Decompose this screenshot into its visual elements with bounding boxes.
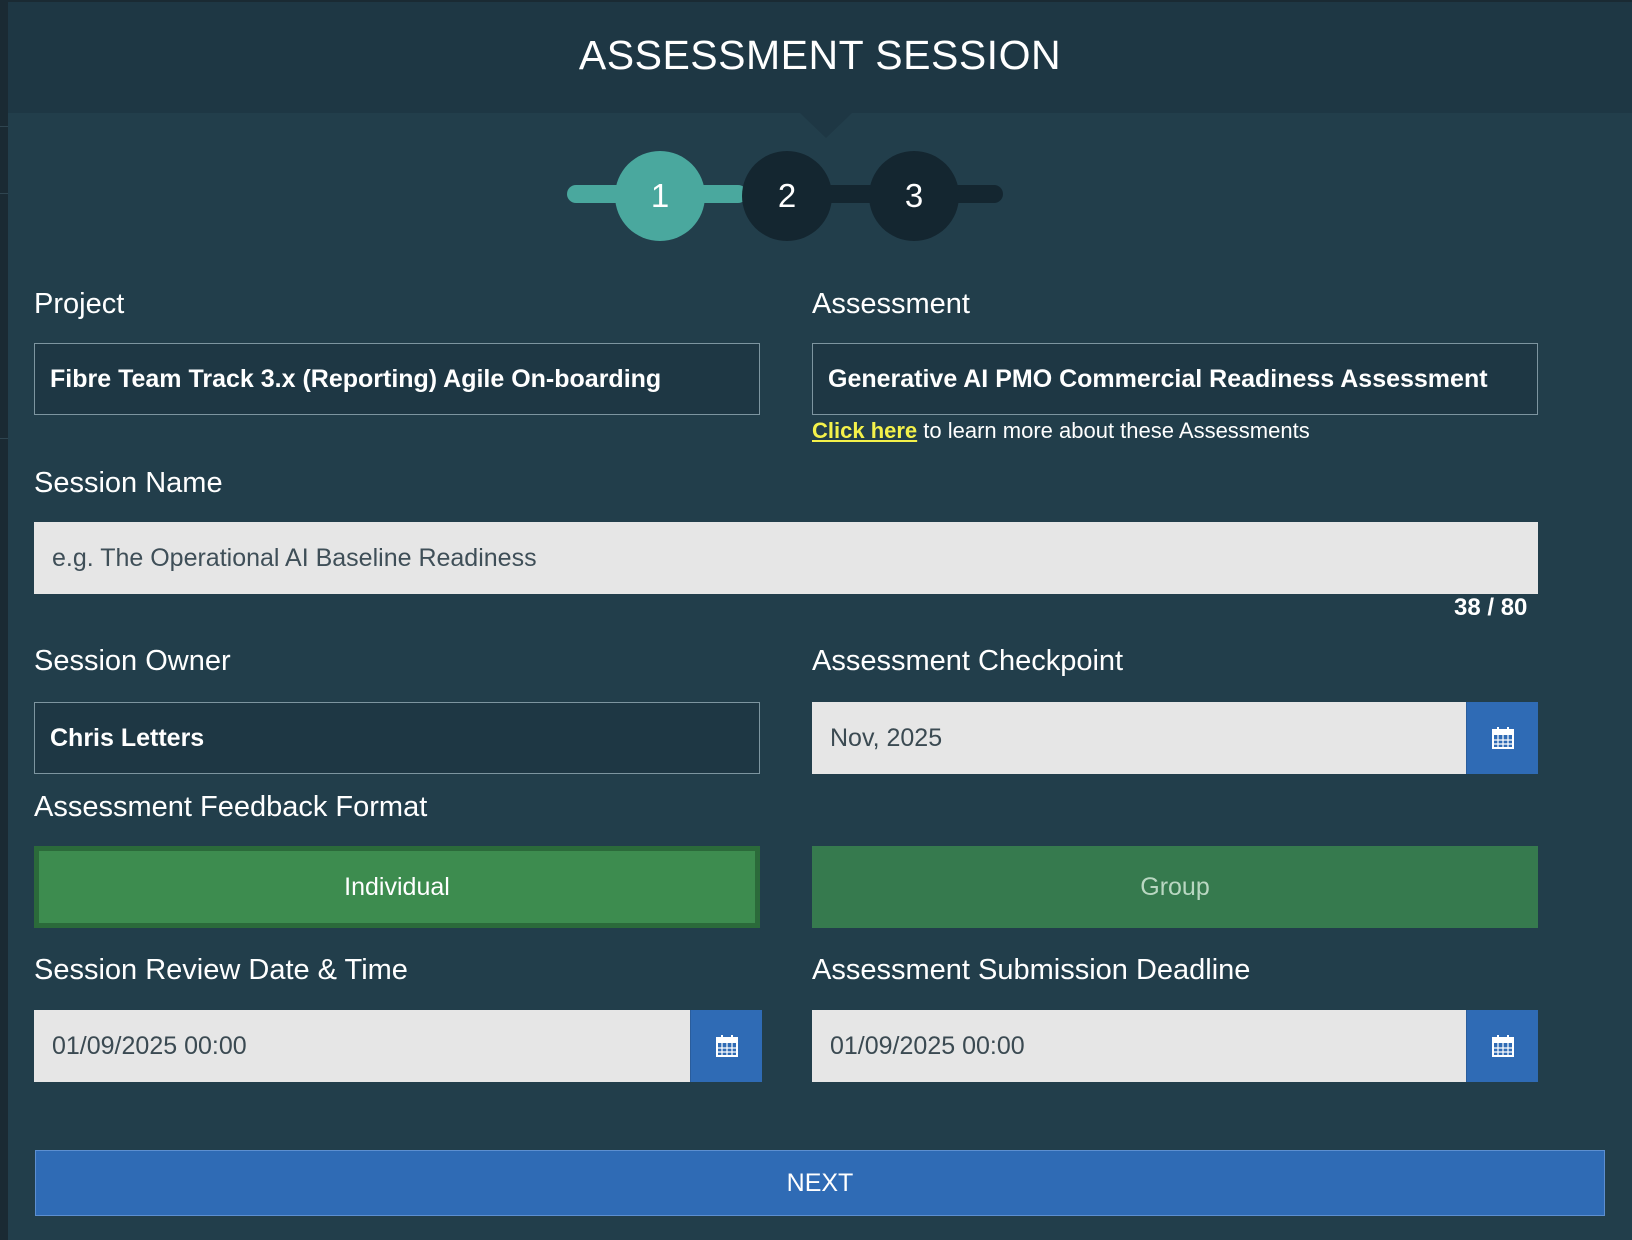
calendar-icon — [715, 1035, 738, 1057]
review-datetime-field[interactable]: 01/09/2025 00:00 — [34, 1010, 692, 1082]
submission-deadline-field[interactable]: 01/09/2025 00:00 — [812, 1010, 1468, 1082]
assessment-field[interactable]: Generative AI PMO Commercial Readiness A… — [812, 343, 1538, 415]
session-name-input[interactable] — [52, 522, 1538, 595]
step-1[interactable]: 1 — [615, 151, 705, 241]
session-owner-field[interactable]: Chris Letters — [34, 702, 760, 774]
checkpoint-calendar-button[interactable] — [1466, 702, 1538, 774]
step-3[interactable]: 3 — [869, 151, 959, 241]
submission-deadline-calendar-button[interactable] — [1466, 1010, 1538, 1082]
assessment-help-text: Click here to learn more about these Ass… — [812, 418, 1310, 444]
review-datetime-label: Session Review Date & Time — [34, 954, 408, 986]
assessment-session-modal: ASSESSMENT SESSION 1 2 3 Project Fibre T… — [8, 2, 1632, 1240]
project-field[interactable]: Fibre Team Track 3.x (Reporting) Agile O… — [34, 343, 760, 415]
step-2[interactable]: 2 — [742, 151, 832, 241]
calendar-icon — [1491, 727, 1514, 749]
calendar-icon — [1491, 1035, 1514, 1057]
stepper: 1 2 3 — [8, 142, 1632, 242]
checkpoint-label: Assessment Checkpoint — [812, 645, 1124, 677]
character-counter: 38 / 80 — [1454, 594, 1528, 621]
review-datetime-calendar-button[interactable] — [690, 1010, 762, 1082]
project-label: Project — [34, 288, 125, 320]
session-owner-label: Session Owner — [34, 645, 231, 677]
learn-more-link[interactable]: Click here — [812, 418, 917, 443]
next-button[interactable]: NEXT — [35, 1150, 1605, 1216]
session-name-field — [34, 522, 1538, 595]
assessment-label: Assessment — [812, 288, 970, 320]
modal-title: ASSESSMENT SESSION — [578, 32, 1062, 78]
modal-header: ASSESSMENT SESSION — [8, 2, 1632, 113]
feedback-format-label: Assessment Feedback Format — [34, 791, 428, 823]
submission-deadline-label: Assessment Submission Deadline — [812, 954, 1251, 986]
session-name-label: Session Name — [34, 467, 223, 499]
checkpoint-field[interactable]: Nov, 2025 — [812, 702, 1468, 774]
individual-option-button[interactable]: Individual — [34, 846, 760, 928]
help-text: to learn more about these Assessments — [917, 418, 1310, 443]
header-pointer — [800, 113, 852, 138]
group-option-button[interactable]: Group — [812, 846, 1538, 928]
